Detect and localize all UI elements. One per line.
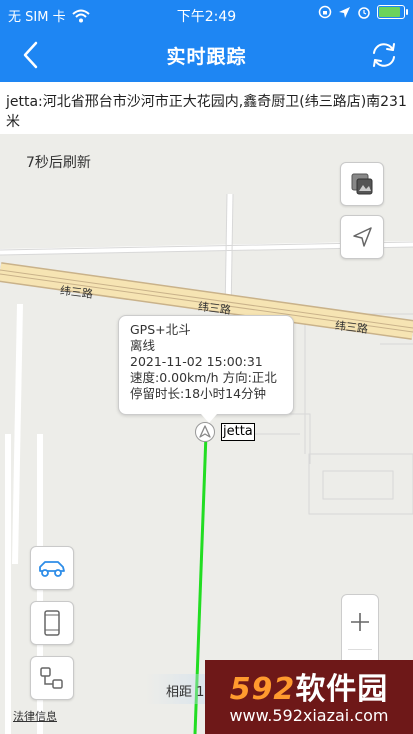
track-playback-button[interactable] bbox=[30, 656, 74, 700]
legal-info-link[interactable]: 法律信息 bbox=[13, 708, 57, 724]
navigation-arrow-icon bbox=[353, 227, 372, 247]
positioning-mode: GPS+北斗 bbox=[130, 322, 191, 337]
vehicle-marker[interactable] bbox=[195, 422, 215, 442]
online-status: 离线 bbox=[130, 338, 156, 353]
refresh-button[interactable] bbox=[367, 38, 401, 72]
watermark-number: 592 bbox=[229, 672, 296, 707]
watermark-url: www.592xiazai.com bbox=[229, 706, 389, 725]
address-text: jetta:河北省邢台市沙河市正大花园内,鑫奇厨卫(纬三路店)南231米 bbox=[0, 82, 413, 134]
status-bar: 无 SIM 卡 下午2:49 bbox=[0, 0, 413, 28]
page-title: 实时跟踪 bbox=[166, 46, 247, 68]
speed-direction: 速度:0.00km/h 方向:正北 bbox=[130, 370, 277, 385]
map-view[interactable]: 纬三路 纬三路 纬三路 7秒后刷新 GPS+北斗 离线 2021-11-02 1… bbox=[0, 134, 413, 734]
zoom-in-button[interactable] bbox=[342, 595, 378, 649]
rotation-lock-icon bbox=[318, 5, 332, 19]
alarm-icon bbox=[358, 7, 370, 19]
refresh-icon bbox=[373, 43, 395, 67]
heading-arrow-icon bbox=[199, 425, 211, 438]
refresh-countdown: 7秒后刷新 bbox=[26, 155, 91, 171]
route-icon bbox=[40, 667, 63, 689]
layers-icon bbox=[351, 173, 373, 195]
position-datetime: 2021-11-02 15:00:31 bbox=[130, 354, 263, 369]
status-right bbox=[318, 5, 408, 19]
car-icon bbox=[39, 561, 65, 577]
vehicle-info-popup[interactable]: GPS+北斗 离线 2021-11-02 15:00:31 速度:0.00km/… bbox=[118, 315, 294, 423]
battery-icon bbox=[377, 5, 408, 19]
phone-mode-button[interactable] bbox=[30, 601, 74, 645]
watermark-logo: 592软件园 www.592xiazai.com bbox=[205, 660, 413, 734]
locate-button[interactable] bbox=[340, 215, 384, 259]
watermark-brand: 软件园 bbox=[295, 672, 389, 707]
dwell-time: 停留时长:18小时14分钟 bbox=[130, 386, 267, 401]
map-layer-button[interactable] bbox=[340, 162, 384, 206]
vehicle-label: jetta bbox=[221, 423, 255, 441]
location-arrow-icon bbox=[339, 6, 350, 18]
nav-bar: 实时跟踪 bbox=[0, 28, 413, 82]
vehicle-mode-button[interactable] bbox=[30, 546, 74, 590]
phone-icon bbox=[44, 610, 60, 636]
plus-icon bbox=[351, 613, 369, 631]
